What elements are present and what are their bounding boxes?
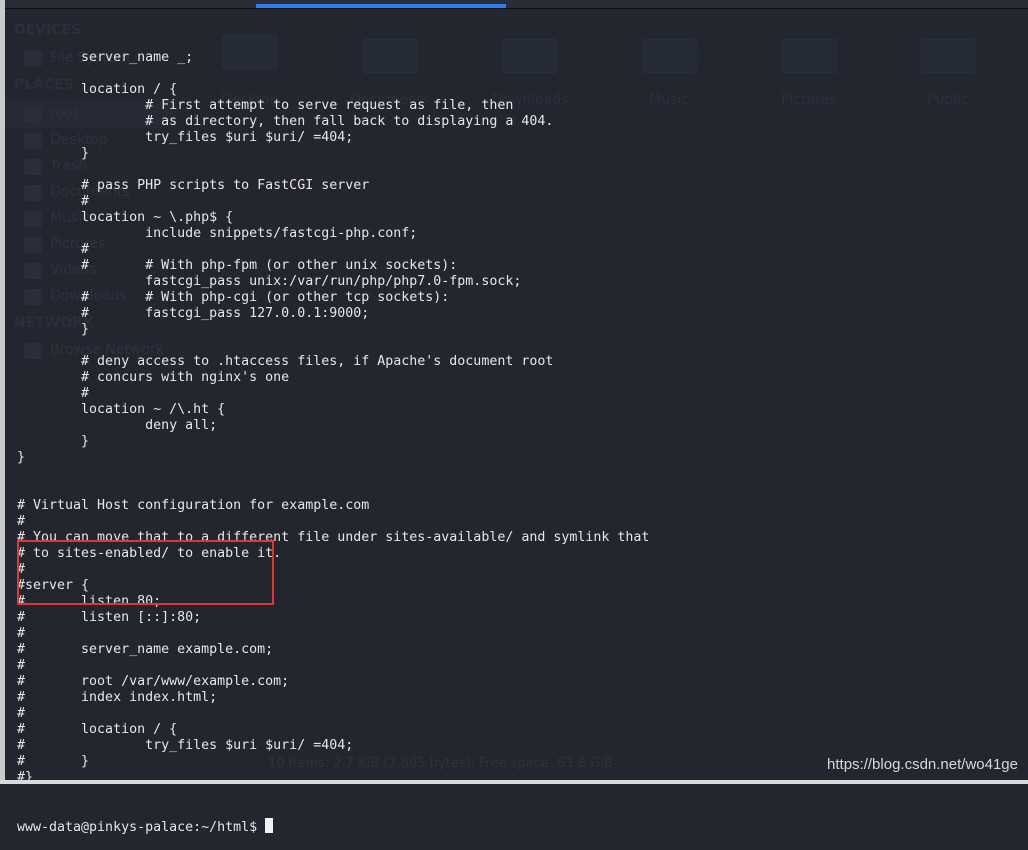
terminal-line: try_files $uri $uri/ =404; <box>17 130 354 145</box>
terminal-line: # <box>17 242 90 257</box>
terminal-line: # root /var/www/example.com; <box>17 674 290 689</box>
terminal-output[interactable]: server_name _; location / { # First atte… <box>17 18 1028 850</box>
terminal-line: # # With php-cgi (or other tcp sockets): <box>17 290 450 305</box>
terminal-line: include snippets/fastcgi-php.conf; <box>17 226 418 241</box>
window-bottom-border <box>0 780 1028 784</box>
terminal-line: # fastcgi_pass 127.0.0.1:9000; <box>17 306 370 321</box>
terminal-line: # Virtual Host configuration for example… <box>17 498 370 513</box>
terminal-line: # <box>17 626 26 641</box>
terminal-line: # <box>17 658 26 673</box>
shell-prompt: www-data@pinkys-palace:~/html$ <box>17 820 266 835</box>
terminal-line: # index index.html; <box>17 690 218 705</box>
terminal-line: # location / { <box>17 722 178 737</box>
annotation-highlight-box <box>17 540 274 605</box>
terminal-lines: server_name _; location / { # First atte… <box>17 50 1028 786</box>
terminal-line: # deny access to .htaccess files, if Apa… <box>17 354 554 369</box>
watermark: https://blog.csdn.net/wo41ge <box>827 756 1018 773</box>
terminal-line: # listen [::]:80; <box>17 610 202 625</box>
terminal-line: # <box>17 194 90 209</box>
terminal-line: } <box>17 146 90 161</box>
terminal-line: # try_files $uri $uri/ =404; <box>17 738 354 753</box>
terminal-line: location ~ \.php$ { <box>17 210 234 225</box>
terminal-line: # server_name example.com; <box>17 642 274 657</box>
terminal-line: # pass PHP scripts to FastCGI server <box>17 178 370 193</box>
terminal-prompt-line[interactable]: www-data@pinkys-palace:~/html$ <box>17 818 1028 835</box>
window-left-border <box>0 0 5 784</box>
terminal-line: deny all; <box>17 418 218 433</box>
text-cursor <box>265 818 274 833</box>
terminal-line: } <box>17 434 90 449</box>
terminal-line: server_name _; <box>17 50 194 65</box>
terminal-line: # <box>17 706 26 721</box>
terminal-line: # as directory, then fall back to displa… <box>17 114 554 129</box>
tab-bar-separator <box>5 8 1028 9</box>
terminal-line: # # With php-fpm (or other unix sockets)… <box>17 258 458 273</box>
tab-bar <box>5 0 1028 8</box>
terminal-line: # concurs with nginx's one <box>17 370 290 385</box>
terminal-line: fastcgi_pass unix:/var/run/php/php7.0-fp… <box>17 274 522 289</box>
terminal-line: } <box>17 450 26 465</box>
terminal-line: } <box>17 322 90 337</box>
terminal-line: # First attempt to serve request as file… <box>17 98 514 113</box>
terminal-line: # <box>17 386 90 401</box>
terminal-line: # <box>17 514 26 529</box>
terminal-line: location / { <box>17 82 178 97</box>
terminal-line: location ~ /\.ht { <box>17 402 226 417</box>
